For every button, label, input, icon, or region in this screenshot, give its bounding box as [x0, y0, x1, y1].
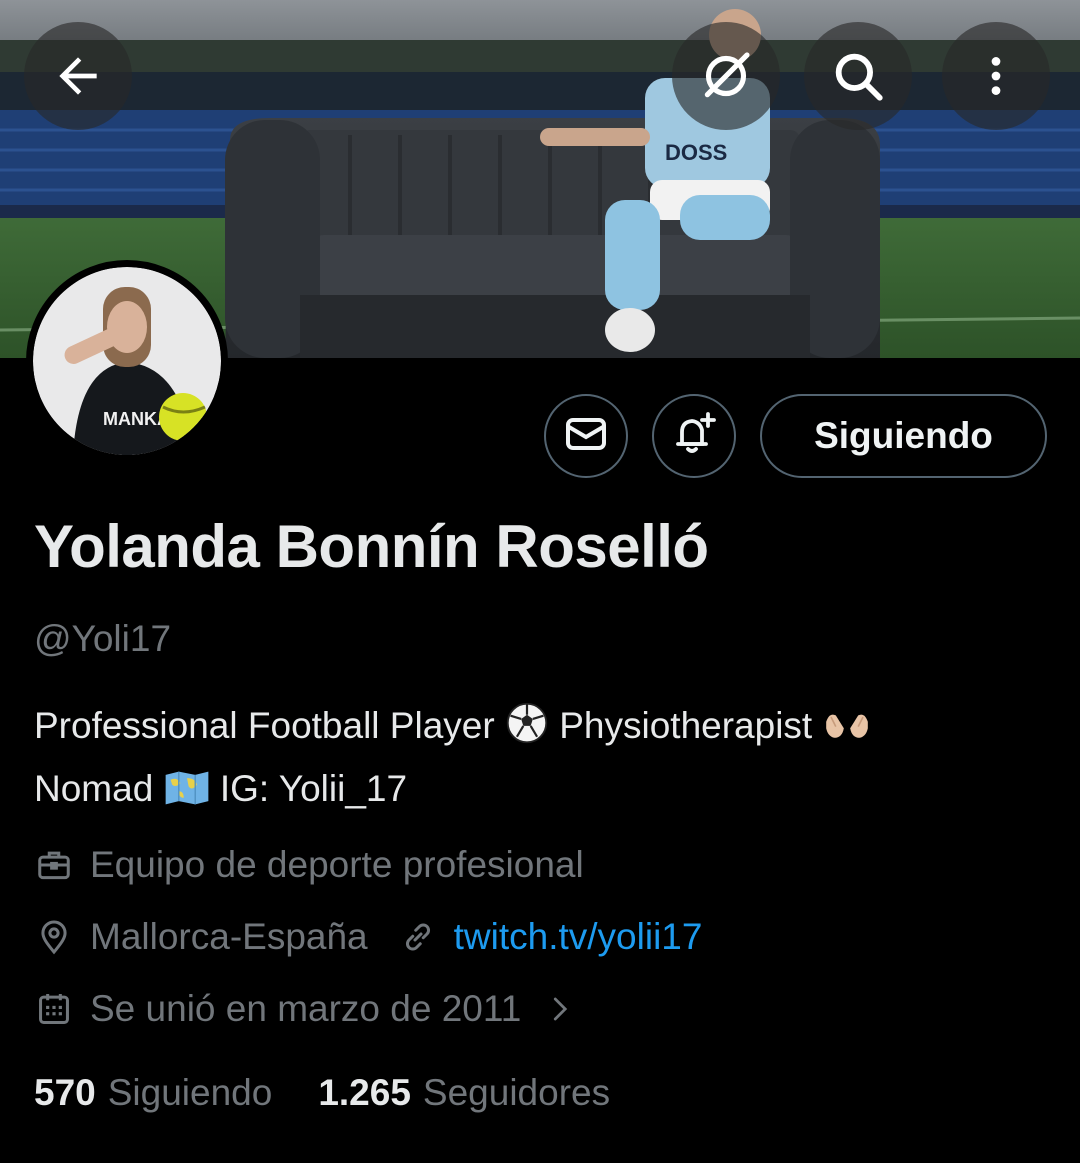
- mail-icon: [562, 410, 610, 463]
- avatar[interactable]: MANKA: [26, 260, 228, 462]
- link-icon: [398, 917, 438, 957]
- profile-category: Equipo de deporte profesional: [34, 844, 584, 886]
- user-handle: @Yoli17: [34, 618, 172, 659]
- location-pin-icon: [34, 917, 74, 957]
- location-row: Mallorca-España twitch.tv/yolii17: [34, 916, 702, 958]
- following-button-label: Siguiendo: [814, 415, 993, 456]
- website-link[interactable]: twitch.tv/yolii17: [398, 916, 703, 958]
- open-hands-icon: [823, 705, 871, 761]
- bio-line-1: Professional Football Player Physiothera…: [34, 698, 1054, 761]
- followers-label: Seguidores: [422, 1072, 611, 1113]
- following-button[interactable]: Siguiendo: [760, 394, 1047, 478]
- display-name: Yolanda Bonnín Roselló: [34, 513, 709, 580]
- briefcase-icon: [34, 845, 74, 885]
- notify-button[interactable]: [652, 394, 736, 478]
- location-text: Mallorca-España: [90, 916, 368, 957]
- bio-text: Physiotherapist: [559, 705, 813, 746]
- calendar-icon: [34, 989, 74, 1029]
- followers-stat[interactable]: 1.265 Seguidores: [318, 1072, 610, 1114]
- following-label: Siguiendo: [107, 1072, 273, 1113]
- profile-page: DOSS MANKA Siguiendo Yolanda Bonnín Rose…: [0, 0, 1080, 1163]
- bio-text: IG: Yolii_17: [219, 768, 408, 809]
- bell-plus-icon: [670, 410, 718, 463]
- following-count: 570: [34, 1072, 96, 1113]
- back-button[interactable]: [24, 22, 132, 130]
- svg-text:DOSS: DOSS: [665, 140, 727, 165]
- category-text: Equipo de deporte profesional: [90, 844, 584, 885]
- bio-line-2: Nomad IG: Yolii_17: [34, 761, 1054, 824]
- arrow-left-icon: [50, 48, 106, 104]
- joined-row[interactable]: Se unió en marzo de 2011: [34, 988, 595, 1030]
- follow-stats: 570 Siguiendo 1.265 Seguidores: [34, 1072, 610, 1114]
- more-vertical-icon: [971, 51, 1021, 101]
- bio: Professional Football Player Physiothera…: [34, 698, 1054, 824]
- chevron-right-icon: [539, 989, 579, 1029]
- message-button[interactable]: [544, 394, 628, 478]
- grok-button[interactable]: [672, 22, 780, 130]
- bio-text: Nomad: [34, 768, 154, 809]
- more-options-button[interactable]: [942, 22, 1050, 130]
- joined-text: Se unió en marzo de 2011: [90, 988, 522, 1029]
- bio-text: Professional Football Player: [34, 705, 495, 746]
- search-button[interactable]: [804, 22, 912, 130]
- search-icon: [829, 47, 887, 105]
- grok-icon: [698, 48, 754, 104]
- followers-count: 1.265: [318, 1072, 411, 1113]
- world-map-icon: [164, 768, 210, 824]
- following-stat[interactable]: 570 Siguiendo: [34, 1072, 272, 1114]
- soccer-ball-icon: [505, 701, 549, 761]
- website-url[interactable]: twitch.tv/yolii17: [454, 916, 703, 958]
